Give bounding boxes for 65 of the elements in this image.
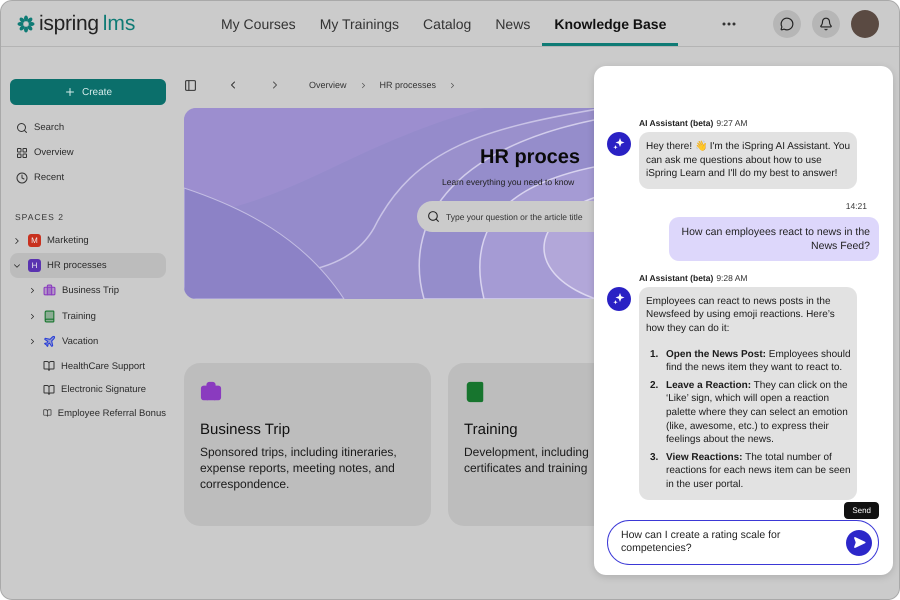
- user-message: How can employees react to news in the News Feed?: [669, 216, 879, 261]
- send-button[interactable]: [846, 530, 872, 556]
- space-item[interactable]: H HR processes: [10, 253, 166, 278]
- card-title: Training: [464, 421, 519, 438]
- chat-bubble-icon: [780, 16, 794, 30]
- tree-item[interactable]: Employee Referral Bonus: [10, 402, 166, 425]
- hero-title: HR proces: [480, 146, 582, 169]
- sidebar-toggle-icon[interactable]: [184, 78, 197, 92]
- open-book-icon: [43, 407, 52, 420]
- search-icon: [427, 210, 440, 223]
- plus-icon: [64, 86, 76, 98]
- tree-item[interactable]: HealthCare Support: [10, 354, 166, 378]
- space-badge: H: [28, 259, 41, 272]
- nav-tab[interactable]: News: [483, 1, 542, 46]
- breadcrumb-link[interactable]: HR processes: [380, 80, 436, 90]
- assistant-message: Employees can react to news posts in the Newsfeed by using emoji reactions. Here’s how they can do it: 1. Open the News Post: Employees should find the news item they want to react to. 2. Leave a Reaction: They can click on the ‘Like’ sign, which will open a reaction palette where they can select an emotion (like, awesome, etc.) to express their feelings about the news. 3. View Reactions: The total number of reactions for each news item can be seen in the user portal.: [639, 286, 857, 500]
- chevron-icon[interactable]: [28, 312, 37, 321]
- grid-icon: [16, 146, 28, 158]
- category-card[interactable]: Business Trip Sponsored trips, including itineraries, expense reports, meeting notes, and correspondence.: [184, 363, 431, 526]
- nav-tab[interactable]: My Courses: [209, 1, 308, 46]
- nav-tab[interactable]: My Trainings: [308, 1, 412, 46]
- bell-icon: [819, 16, 833, 30]
- card-title: Business Trip: [200, 421, 292, 438]
- section-heading: SPACES 2: [15, 212, 65, 222]
- send-icon: [852, 536, 866, 549]
- sidebar-link[interactable]: Recent: [10, 165, 166, 190]
- card-description: Sponsored trips, including itineraries, expense reports, meeting notes, and correspondence.: [200, 444, 398, 492]
- nav-tab[interactable]: Knowledge Base: [542, 1, 678, 46]
- logo-icon: [17, 14, 35, 32]
- message-time: 14:21: [846, 200, 867, 211]
- sidebar-link[interactable]: Search: [10, 115, 166, 140]
- tree-item[interactable]: Business Trip: [10, 278, 166, 304]
- more-icon[interactable]: [722, 22, 736, 26]
- chevron-icon[interactable]: [28, 286, 37, 296]
- logo-product: lms: [102, 12, 136, 36]
- breadcrumb-link[interactable]: Overview: [309, 80, 347, 90]
- open-book-icon: [43, 384, 55, 396]
- space-item[interactable]: M Marketing: [10, 228, 166, 253]
- user-avatar[interactable]: [851, 10, 879, 38]
- card-description: Development, including certificates and training: [464, 444, 590, 476]
- tree-item[interactable]: Electronic Signature: [10, 378, 166, 402]
- message-header: AI Assistant (beta) 9:28 AM: [639, 272, 748, 283]
- clock-icon: [16, 172, 28, 184]
- chat-button[interactable]: [773, 10, 801, 38]
- search-field[interactable]: Type your question or the article title: [417, 201, 594, 232]
- tree-item[interactable]: Training: [10, 304, 166, 329]
- category-card[interactable]: Training Development, including certificates and training: [448, 363, 594, 526]
- nav-tab[interactable]: Catalog: [411, 1, 484, 46]
- logo-brand: ispring: [39, 12, 99, 36]
- open-book-icon: [43, 360, 55, 372]
- message-input[interactable]: How can I create a rating scale for competencies?: [621, 528, 846, 556]
- assistant-message: Hey there! 👋 I'm the iSpring AI Assistant. You can ask me questions about how to use iSpring Learn and I'll do my best to answer!: [639, 132, 857, 189]
- hero-subtitle: Learn everything you need to know: [442, 177, 576, 187]
- create-button[interactable]: Create: [10, 79, 166, 105]
- chevron-icon[interactable]: [28, 337, 37, 346]
- notifications-button[interactable]: [812, 10, 840, 38]
- tree-item[interactable]: Vacation: [10, 329, 166, 354]
- assistant-avatar-icon: [607, 286, 631, 311]
- message-composer[interactable]: How can I create a rating scale for competencies?: [607, 520, 879, 565]
- tooltip: Send: [844, 502, 879, 519]
- search-icon: [16, 122, 28, 134]
- space-badge: M: [28, 234, 41, 247]
- assistant-avatar-icon: [607, 132, 631, 156]
- message-header: AI Assistant (beta) 9:27 AM: [639, 118, 748, 128]
- sidebar-link[interactable]: Overview: [10, 140, 166, 165]
